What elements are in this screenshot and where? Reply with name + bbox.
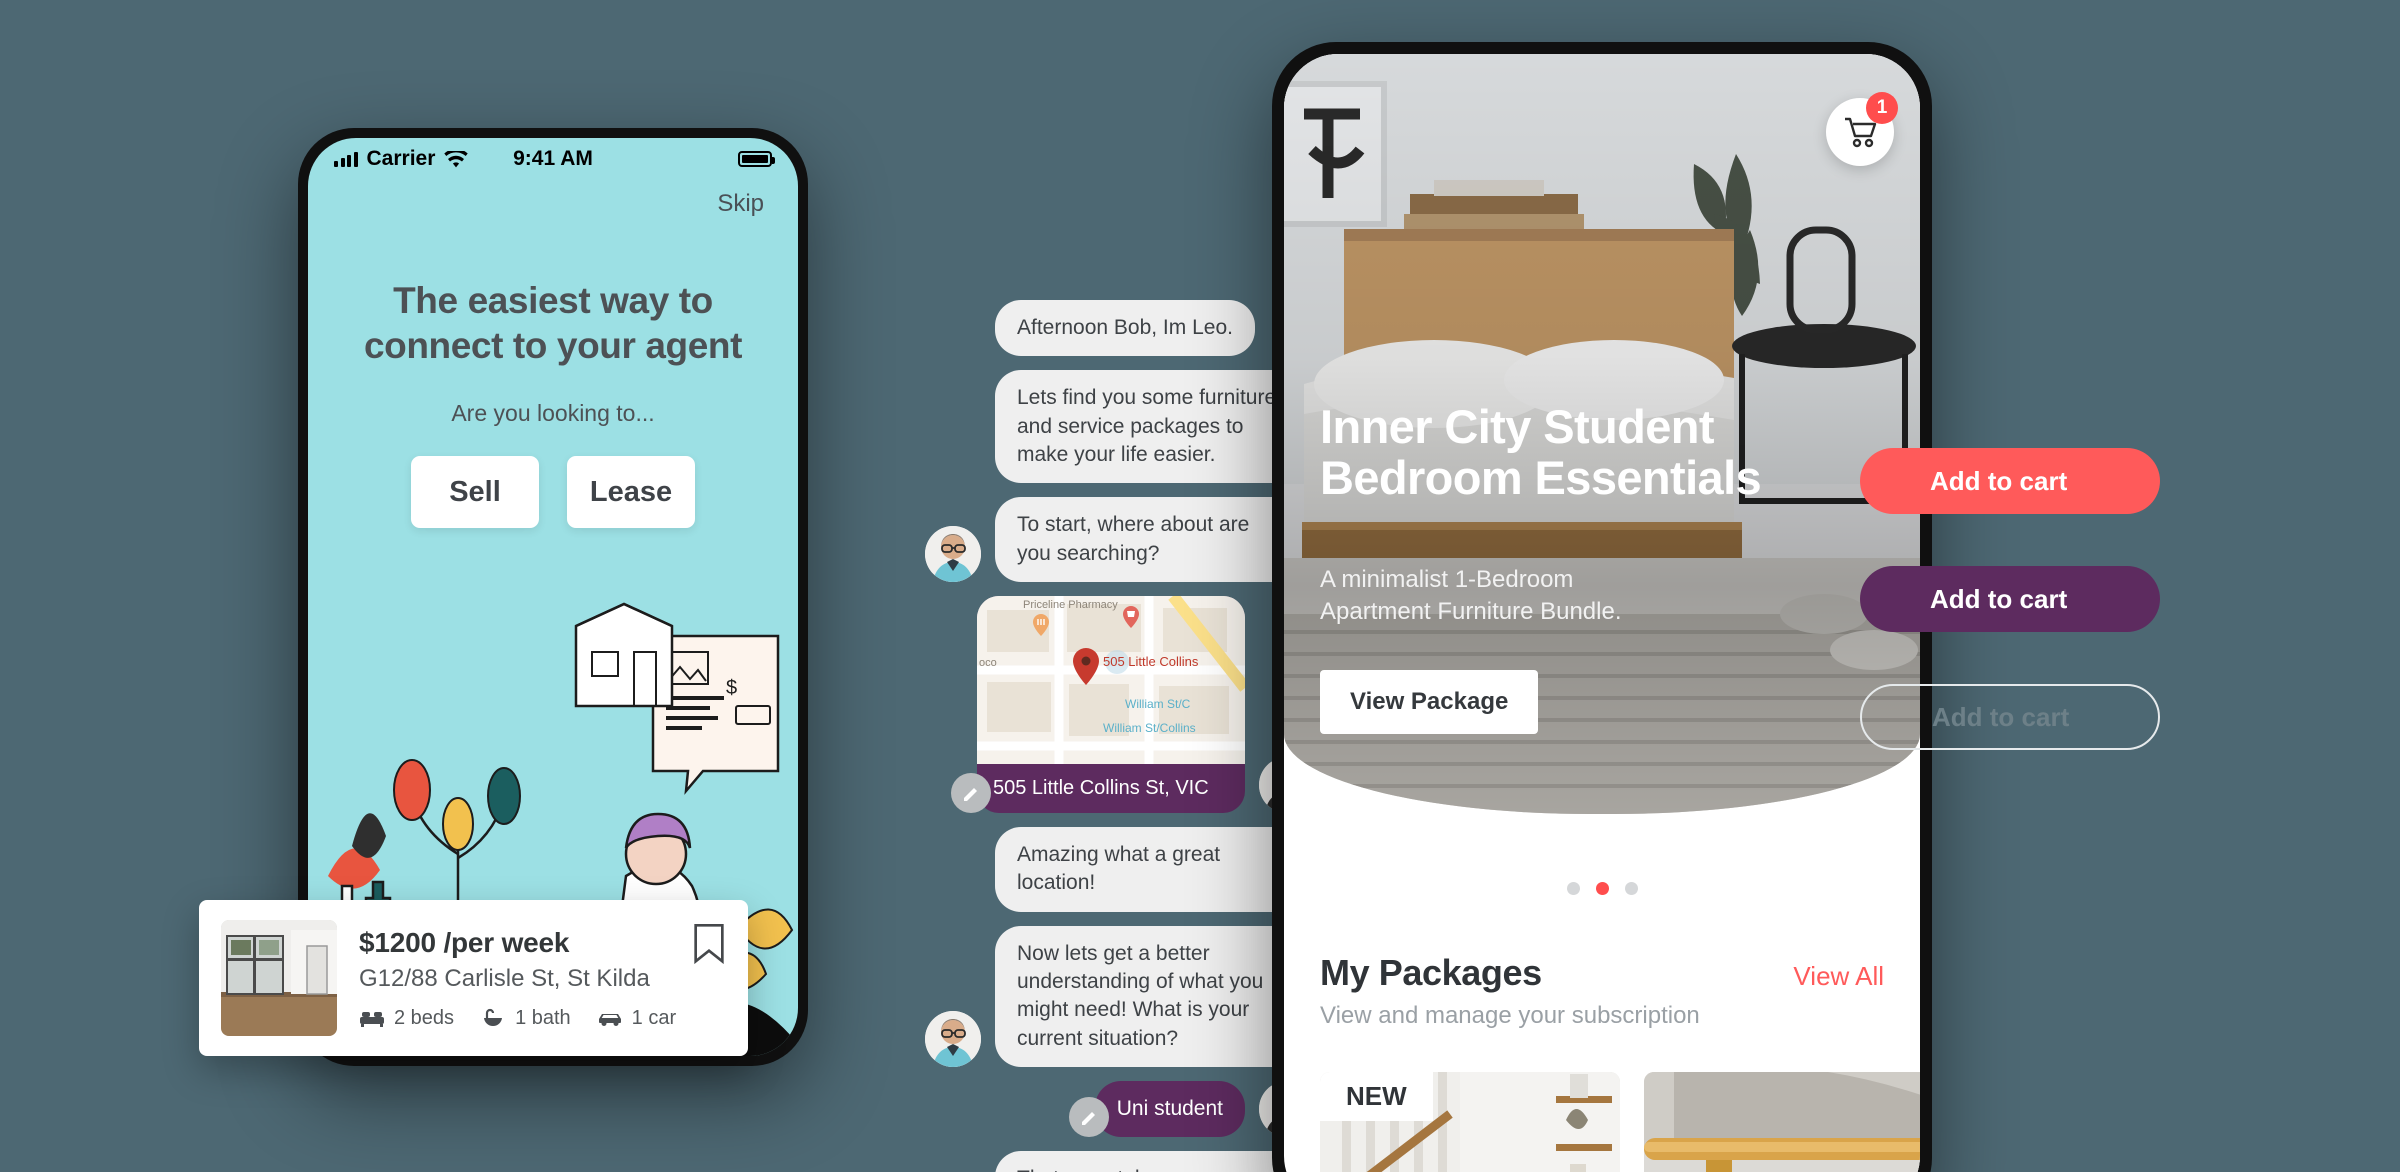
spec-car-label: 1 car (631, 1006, 677, 1029)
property-price: $1200 /per week (359, 926, 570, 958)
lease-button[interactable]: Lease (567, 456, 695, 528)
pencil-edit-icon (1081, 1112, 1095, 1126)
edit-message-button[interactable] (951, 773, 991, 814)
property-thumbnail (221, 920, 337, 1036)
page-title: The easiest way to connect to your agent (308, 278, 798, 368)
hero-title-line2: Bedroom Essentials (1320, 450, 1762, 504)
hero-subtitle-line1: A minimalist 1-Bedroom (1320, 566, 1574, 593)
shop-phone-frame: 1 Inner City Student Bedroom Essentials … (1272, 42, 1932, 1172)
cart-button[interactable]: 1 (1826, 92, 1898, 166)
new-badge: NEW (1320, 1072, 1433, 1121)
my-packages-header: My Packages View All (1320, 952, 1884, 994)
svg-text:505 Little Collins: 505 Little Collins (1103, 654, 1199, 669)
spec-beds: 2 beds (359, 1007, 454, 1030)
sell-button[interactable]: Sell (411, 456, 539, 528)
chat-bubble-agent: Lets find you some furniture and service… (995, 370, 1305, 484)
bookmark-icon (694, 924, 724, 965)
chat-row: Now lets get a better understanding of w… (925, 925, 1315, 1068)
status-bar-right (738, 151, 775, 167)
chat-row: Amazing what a great location! (925, 827, 1315, 912)
hero-title: Inner City Student Bedroom Essentials (1320, 400, 1900, 504)
add-to-cart-purple-button[interactable]: Add to cart (1860, 566, 2160, 632)
agent-avatar (925, 526, 981, 583)
shop-screen: 1 Inner City Student Bedroom Essentials … (1284, 54, 1920, 1172)
skip-button[interactable]: Skip (717, 190, 764, 218)
chat-row: Lets find you some furniture and service… (925, 370, 1315, 484)
section-title: My Packages (1320, 952, 1542, 993)
map-image: Priceline Pharmacy oco 505 Little Collin… (977, 596, 1245, 765)
cart-badge: 1 (1866, 92, 1898, 124)
package-card-armchair[interactable] (1644, 1072, 1920, 1172)
pencil-edit-icon (964, 788, 977, 802)
chat-bubble-agent: Now lets get a better understanding of w… (995, 925, 1305, 1068)
svg-text:Priceline Pharmacy: Priceline Pharmacy (1023, 599, 1118, 611)
chat-row: Uni student (925, 1081, 1315, 1138)
package-card-staircase-living[interactable]: NEW (1320, 1072, 1620, 1172)
hero-subtitle: A minimalist 1-Bedroom Apartment Furnitu… (1320, 564, 1622, 627)
status-bar-left: Carrier (334, 147, 469, 171)
view-all-link[interactable]: View All (1793, 961, 1884, 992)
property-details: $1200 /per week G12/88 Carlisle St, St K… (337, 927, 692, 1030)
chat-row: Afternoon Bob, Im Leo. (925, 300, 1315, 357)
carousel-dot-3[interactable] (1624, 882, 1638, 895)
screenshot-stage: Carrier 9:41 AM Skip The easiest way to … (0, 0, 2400, 1172)
page-title-line2: connect to your agent (363, 325, 743, 367)
add-to-cart-outline-button[interactable]: Add to cart (1860, 684, 2160, 750)
chat-bubble-agent: Afternoon Bob, Im Leo. (995, 300, 1255, 357)
chat-bubble-agent: Thats great, hope your studies are going… (995, 1151, 1305, 1172)
svg-text:William St/Collins: William St/Collins (1103, 721, 1196, 735)
carousel-dot-1[interactable] (1566, 882, 1580, 895)
car-icon (598, 1014, 621, 1026)
property-address: G12/88 Carlisle St, St Kilda (359, 964, 650, 992)
bookmark-button[interactable] (692, 924, 726, 969)
map-message-card[interactable]: Priceline Pharmacy oco 505 Little Collin… (977, 596, 1245, 814)
chat-thread: Afternoon Bob, Im Leo. Lets find you som… (925, 300, 1315, 1172)
agent-avatar (925, 1011, 981, 1068)
spec-bath-label: 1 bath (515, 1006, 571, 1029)
svg-text:oco: oco (979, 657, 997, 669)
spec-beds-label: 2 beds (394, 1006, 455, 1029)
status-bar: Carrier 9:41 AM (308, 138, 798, 180)
bed-icon (360, 1012, 384, 1027)
hero-subtitle-line2: Apartment Furniture Bundle. (1320, 597, 1622, 625)
chat-row: To start, where about are you searching? (925, 497, 1315, 583)
page-subtitle: Are you looking to... (451, 400, 655, 426)
chat-row-map: Priceline Pharmacy oco 505 Little Collin… (925, 596, 1315, 814)
wifi-icon (444, 150, 469, 167)
edit-message-button[interactable] (1068, 1097, 1109, 1138)
property-specs: 2 beds 1 bath 1 car (359, 1007, 692, 1030)
view-package-button[interactable]: View Package (1320, 670, 1539, 734)
hero-title-line1: Inner City Student (1320, 400, 1715, 453)
bath-icon (484, 1008, 503, 1027)
carousel-dots[interactable] (1284, 882, 1920, 895)
spec-bath: 1 bath (480, 1007, 571, 1030)
property-card[interactable]: $1200 /per week G12/88 Carlisle St, St K… (199, 900, 748, 1056)
onboarding-choice-group: Sell Lease (308, 456, 798, 528)
hero-banner: 1 Inner City Student Bedroom Essentials … (1284, 54, 1920, 814)
chat-bubble-agent: To start, where about are you searching? (995, 497, 1305, 583)
add-to-cart-red-button[interactable]: Add to cart (1860, 448, 2160, 514)
packages-list: NEW (1320, 1072, 1920, 1172)
signal-bars-icon (334, 151, 358, 167)
svg-text:William St/C: William St/C (1125, 697, 1191, 711)
spec-car: 1 car (597, 1007, 676, 1030)
svg-text:$: $ (726, 677, 737, 699)
carrier-label: Carrier (366, 147, 436, 170)
battery-icon (738, 151, 775, 167)
chat-bubble-agent: Amazing what a great location! (995, 827, 1305, 912)
map-address-label: 505 Little Collins St, VIC (993, 777, 1209, 800)
carousel-dot-2-active[interactable] (1595, 882, 1609, 895)
section-subtitle: View and manage your subscription (1320, 1002, 1700, 1029)
page-title-line1: The easiest way to (393, 280, 713, 321)
chat-row: Thats great, hope your studies are going… (925, 1151, 1315, 1172)
chat-bubble-user: Uni student (1094, 1081, 1245, 1138)
